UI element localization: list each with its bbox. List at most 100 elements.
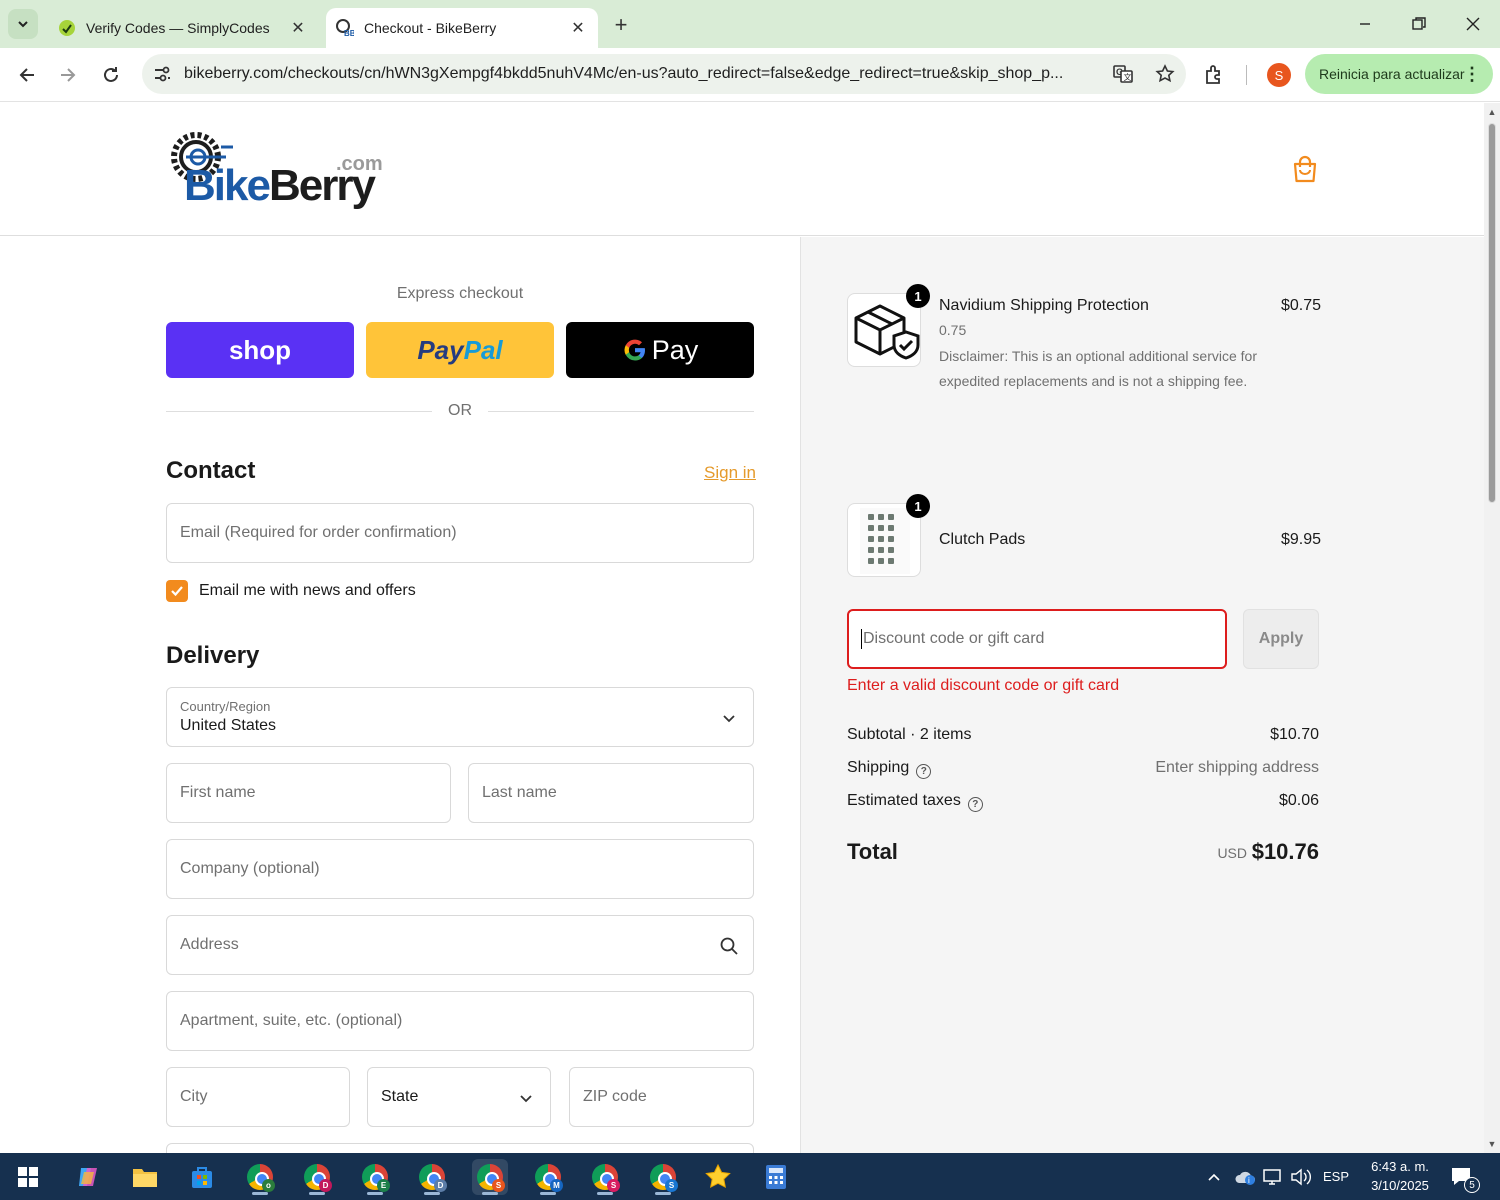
email-field[interactable]: Email (Required for order confirmation) — [166, 503, 754, 563]
address-bar[interactable]: bikeberry.com/checkouts/cn/hWN3gXempgf4b… — [142, 54, 1186, 94]
clock-time: 6:43 a. m. — [1371, 1159, 1429, 1174]
star-app-icon[interactable] — [700, 1159, 736, 1195]
file-explorer-icon[interactable] — [127, 1159, 163, 1195]
zip-placeholder: ZIP code — [583, 1088, 647, 1105]
express-checkout-title: Express checkout — [396, 285, 524, 302]
scroll-up-arrow-icon[interactable]: ▲ — [1487, 107, 1497, 117]
apply-discount-button[interactable]: Apply — [1243, 609, 1319, 669]
onedrive-icon[interactable]: i — [1234, 1153, 1258, 1200]
chrome-taskbar-icon[interactable]: M — [530, 1159, 566, 1195]
back-button[interactable] — [12, 60, 42, 90]
new-tab-button[interactable]: + — [606, 10, 636, 40]
close-tab-icon[interactable]: ✕ — [288, 18, 308, 38]
discount-code-input[interactable]: Discount code or gift card — [847, 609, 1227, 669]
checkout-form: Express checkout shop Pay Pal Pay OR Cont… — [0, 237, 800, 1153]
newsletter-checkbox[interactable] — [166, 580, 188, 602]
chrome-taskbar-icon[interactable]: D — [414, 1159, 450, 1195]
start-button[interactable] — [10, 1159, 46, 1195]
line-item: 1 Clutch Pads $9.95 — [847, 494, 1321, 579]
close-window-button[interactable] — [1446, 0, 1500, 48]
extensions-puzzle-icon[interactable] — [1202, 62, 1228, 88]
bikeberry-favicon-icon: BB — [336, 19, 354, 37]
state-select[interactable]: State — [367, 1067, 551, 1127]
browser-toolbar: bikeberry.com/checkouts/cn/hWN3gXempgf4b… — [0, 48, 1500, 102]
subtotal-label: Subtotal · 2 items — [847, 726, 972, 743]
chrome-taskbar-icon[interactable]: E — [357, 1159, 393, 1195]
arrow-right-icon — [61, 68, 76, 82]
apartment-field[interactable]: Apartment, suite, etc. (optional) — [166, 991, 754, 1051]
volume-icon[interactable] — [1290, 1153, 1312, 1200]
chrome-taskbar-icon[interactable]: o — [242, 1159, 278, 1195]
translate-icon[interactable]: G文 — [1110, 61, 1136, 87]
close-icon — [1466, 17, 1480, 31]
restore-button[interactable] — [1392, 0, 1446, 48]
reload-button[interactable] — [96, 60, 126, 90]
more-menu-icon[interactable]: ⋮ — [1463, 64, 1481, 84]
close-tab-icon[interactable]: ✕ — [568, 18, 588, 38]
scroll-down-arrow-icon[interactable]: ▼ — [1487, 1139, 1497, 1149]
chrome-taskbar-icon[interactable]: S — [587, 1159, 623, 1195]
country-select[interactable]: Country/Region United States — [166, 687, 754, 747]
google-pay-label: Pay — [651, 334, 699, 365]
newsletter-label: Email me with news and offers — [199, 582, 416, 599]
phone-field[interactable] — [166, 1143, 754, 1153]
paypal-button[interactable]: Pay Pal — [366, 322, 554, 378]
forward-button[interactable] — [53, 60, 83, 90]
product-thumbnail: 1 — [847, 494, 930, 577]
svg-text:i: i — [1248, 1176, 1250, 1185]
shop-pay-button[interactable]: shop — [166, 322, 354, 378]
google-pay-button[interactable]: Pay — [566, 322, 754, 378]
item-variant: 0.75 — [939, 322, 967, 338]
total-row: Total USD $10.76 — [847, 837, 1319, 869]
restart-to-update-button[interactable]: Reinicia para actualizar ⋮ — [1305, 54, 1493, 94]
minimize-button[interactable] — [1338, 0, 1392, 48]
copilot-icon[interactable] — [70, 1159, 106, 1195]
system-clock[interactable]: 6:43 a. m. 3/10/2025 — [1360, 1157, 1440, 1195]
notification-center-button[interactable]: 5 — [1450, 1153, 1480, 1200]
or-divider: OR — [166, 401, 754, 421]
chrome-taskbar-icon[interactable]: S — [645, 1159, 681, 1195]
item-price: $0.75 — [1280, 297, 1321, 314]
input-language[interactable]: ESP — [1323, 1153, 1349, 1200]
zip-field[interactable]: ZIP code — [569, 1067, 754, 1127]
profile-avatar[interactable]: S — [1267, 63, 1291, 87]
newsletter-option[interactable]: Email me with news and offers — [166, 580, 416, 602]
city-field[interactable]: City — [166, 1067, 350, 1127]
line-item: 1 Navidium Shipping Protection $0.75 0.7… — [847, 284, 1321, 403]
chrome-taskbar-icon[interactable]: S — [472, 1159, 508, 1195]
item-name: Clutch Pads — [939, 531, 1026, 548]
calculator-icon[interactable] — [758, 1159, 794, 1195]
company-field[interactable]: Company (optional) — [166, 839, 754, 899]
show-hidden-icons-button[interactable] — [1206, 1153, 1222, 1200]
tab-search-button[interactable] — [8, 9, 38, 39]
checkout-page: BikeBerry .com Express checkout shop Pay… — [0, 103, 1484, 1153]
email-placeholder: Email (Required for order confirmation) — [180, 524, 457, 541]
discount-error-message: Enter a valid discount code or gift card — [847, 677, 1120, 694]
network-icon[interactable] — [1262, 1153, 1284, 1200]
last-name-field[interactable]: Last name — [468, 763, 754, 823]
text-cursor — [861, 629, 862, 649]
scrollbar-thumb[interactable] — [1488, 123, 1496, 503]
tab-simplycodes[interactable]: Verify Codes — SimplyCodes ✕ — [48, 8, 318, 48]
product-thumbnail: 1 — [847, 284, 930, 367]
quantity-badge: 1 — [906, 284, 930, 308]
help-circle-icon[interactable]: ? — [916, 764, 932, 779]
country-label: Country/Region — [180, 699, 271, 714]
help-circle-icon[interactable]: ? — [967, 797, 983, 812]
microsoft-store-icon[interactable] — [184, 1159, 220, 1195]
search-icon — [720, 937, 738, 955]
shopping-bag-icon[interactable] — [1292, 155, 1318, 183]
bikeberry-logo[interactable]: BikeBerry .com — [164, 125, 383, 215]
chrome-taskbar-icon[interactable]: D — [299, 1159, 335, 1195]
bookmark-star-icon[interactable] — [1152, 61, 1178, 87]
first-name-field[interactable]: First name — [166, 763, 451, 823]
tab-bikeberry-checkout[interactable]: BB Checkout - BikeBerry ✕ — [326, 8, 598, 48]
toolbar-divider — [1246, 65, 1247, 85]
windows-logo-icon — [18, 1167, 38, 1187]
chevron-down-icon — [18, 21, 28, 28]
page-scrollbar[interactable]: ▲ ▼ — [1484, 103, 1500, 1153]
address-field[interactable]: Address — [166, 915, 754, 975]
sign-in-link[interactable]: Sign in — [704, 463, 756, 483]
browser-tab-bar: Verify Codes — SimplyCodes ✕ BB Checkout… — [0, 0, 1500, 48]
taxes-value: $0.06 — [1278, 792, 1319, 809]
